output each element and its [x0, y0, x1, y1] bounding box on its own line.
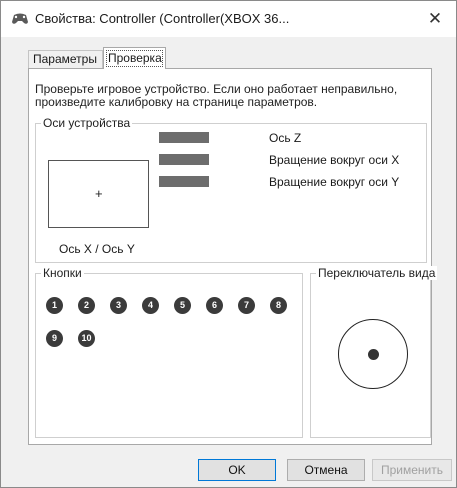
- window-title: Свойства: Controller (Controller(XBOX 36…: [35, 11, 290, 26]
- pov-center-dot: [368, 349, 379, 360]
- controller-button-indicator: 2: [78, 297, 95, 314]
- controller-button-indicator: 8: [270, 297, 287, 314]
- axis-ry-fill: [159, 176, 209, 187]
- axis-ry-bar: [159, 176, 209, 187]
- controller-button-indicator: 4: [142, 297, 159, 314]
- controller-button-indicator: 7: [238, 297, 255, 314]
- apply-button: Применить: [372, 459, 452, 481]
- focus-rect: [106, 50, 163, 67]
- axis-rx-bar: [159, 154, 209, 165]
- ok-button[interactable]: OK: [198, 459, 276, 481]
- crosshair-marker: +: [95, 186, 103, 201]
- xy-axis-label: Ось X / Ось Y: [59, 242, 135, 256]
- tab-parameters[interactable]: Параметры: [28, 50, 103, 68]
- tab-test[interactable]: Проверка: [103, 47, 166, 69]
- device-axes-group: Оси устройства + Ось X / Ось Y Ось Z Вра…: [35, 116, 427, 263]
- close-icon: ✕: [427, 9, 443, 28]
- controller-button-indicator: 10: [78, 330, 95, 347]
- axis-rx-fill: [159, 154, 209, 165]
- controller-button-indicator: 5: [174, 297, 191, 314]
- title-bar[interactable]: Свойства: Controller (Controller(XBOX 36…: [1, 1, 456, 37]
- gamepad-icon: [12, 13, 28, 24]
- axis-z-bar: [159, 132, 209, 143]
- controller-button-indicator: 9: [46, 330, 63, 347]
- pov-indicator: [338, 319, 408, 389]
- axis-rx-label: Вращение вокруг оси X: [269, 153, 400, 167]
- pov-group: Переключатель вида: [310, 266, 438, 438]
- xy-axis-box: +: [48, 160, 149, 228]
- axis-z-fill: [159, 132, 209, 143]
- controller-button-indicator: 1: [46, 297, 63, 314]
- device-axes-label: Оси устройства: [41, 116, 133, 130]
- intro-text: Проверьте игровое устройство. Если оно р…: [35, 82, 398, 109]
- axis-z-label: Ось Z: [269, 131, 302, 145]
- controller-button-indicator: 6: [206, 297, 223, 314]
- buttons-label: Кнопки: [41, 266, 84, 280]
- cancel-button[interactable]: Отмена: [287, 459, 365, 481]
- tab-panel: Проверьте игровое устройство. Если оно р…: [28, 68, 438, 445]
- controller-button-indicator: 3: [110, 297, 127, 314]
- pov-label: Переключатель вида: [316, 266, 438, 280]
- buttons-group: Кнопки 1 2 3 4 5 6 7 8 9 10: [35, 266, 303, 438]
- axis-ry-label: Вращение вокруг оси Y: [269, 175, 400, 189]
- properties-dialog: Свойства: Controller (Controller(XBOX 36…: [0, 0, 457, 488]
- close-button[interactable]: ✕: [420, 5, 450, 33]
